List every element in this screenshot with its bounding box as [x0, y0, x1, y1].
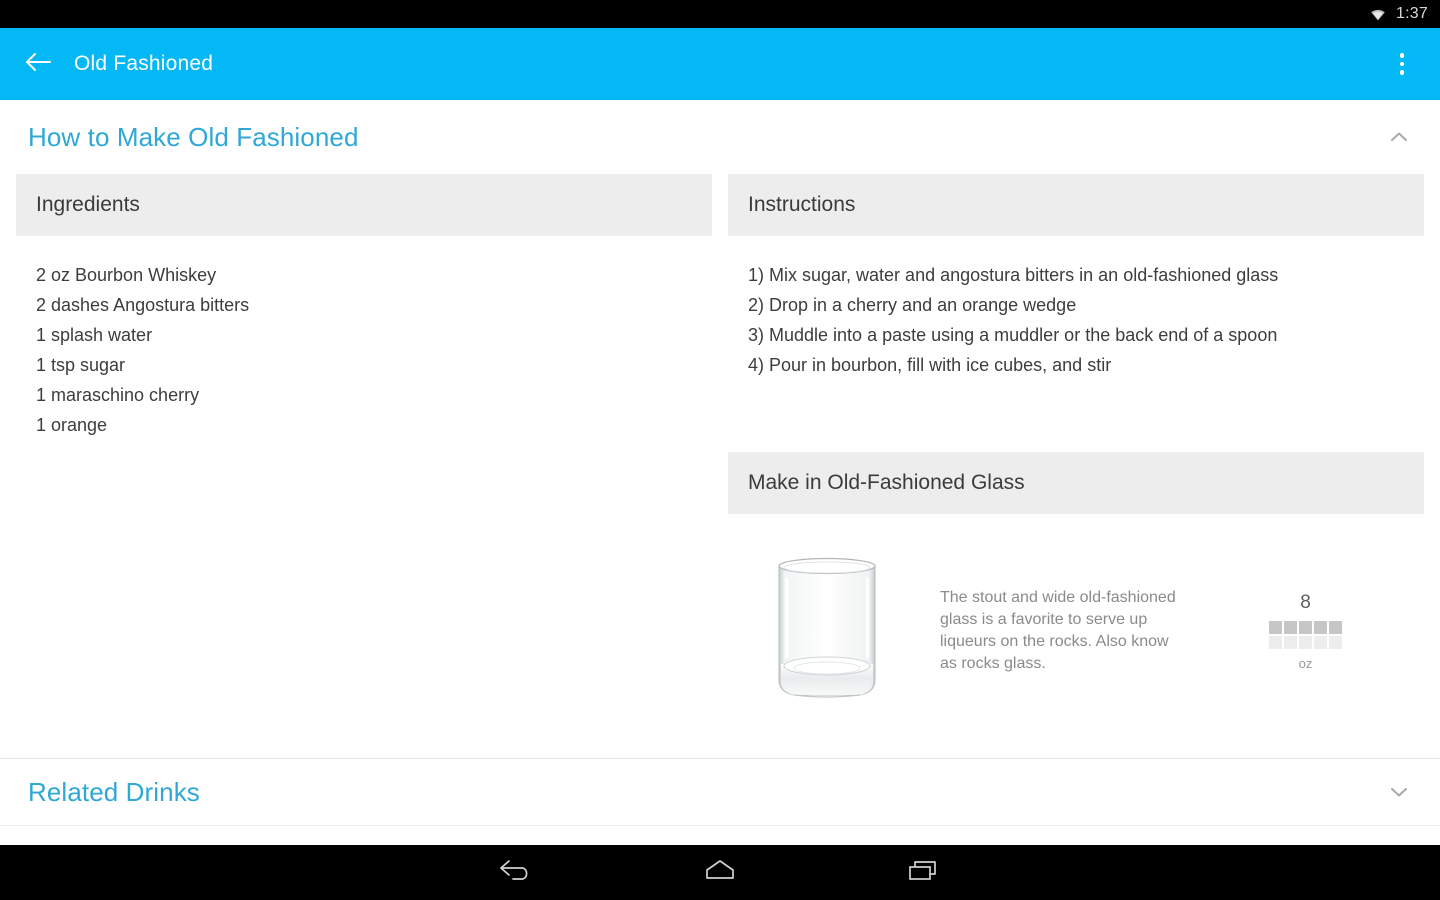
recipe-columns: Ingredients 2 oz Bourbon Whiskey 2 dashe…: [0, 174, 1440, 706]
app-bar-title: Old Fashioned: [74, 52, 214, 75]
capacity-cell-empty: [1314, 635, 1327, 649]
capacity-cell-empty: [1299, 635, 1312, 649]
content-scroll-area[interactable]: How to Make Old Fashioned Ingredients 2 …: [0, 100, 1440, 845]
glass-capacity-indicator: 8 oz: [1269, 592, 1342, 671]
more-vertical-icon-dot: [1399, 70, 1405, 75]
content-bottom-spacer: [0, 826, 1440, 845]
capacity-cell-filled: [1299, 620, 1312, 634]
capacity-cell-filled: [1284, 620, 1297, 634]
list-item: 1 splash water: [36, 325, 153, 345]
list-item: 2 dashes Angostura bitters: [36, 295, 250, 315]
list-item: 3) Muddle into a paste using a muddler o…: [748, 325, 1278, 345]
list-item: 1 maraschino cherry: [36, 385, 200, 405]
capacity-cell-empty: [1329, 635, 1342, 649]
nav-home-icon: [701, 857, 739, 888]
capacity-cell-filled: [1314, 620, 1327, 634]
instructions-column: Instructions 1) Mix sugar, water and ang…: [728, 174, 1424, 706]
ingredients-header-label: Ingredients: [36, 193, 140, 216]
ingredients-column: Ingredients 2 oz Bourbon Whiskey 2 dashe…: [16, 174, 712, 440]
nav-back-icon: [497, 857, 535, 888]
back-button[interactable]: [12, 38, 64, 90]
capacity-grid: [1269, 620, 1342, 649]
list-item: 2) Drop in a cherry and an orange wedge: [748, 295, 1077, 315]
nav-recents-button[interactable]: [892, 851, 956, 895]
instructions-panel-header: Instructions: [728, 174, 1424, 236]
section-header-related-drinks[interactable]: Related Drinks: [0, 758, 1440, 826]
capacity-value: 8: [1300, 591, 1311, 613]
android-status-bar: 1:37: [0, 0, 1440, 28]
chevron-up-icon[interactable]: [1386, 124, 1412, 150]
arrow-left-icon: [24, 50, 52, 79]
list-item: 1 tsp sugar: [36, 355, 126, 375]
more-vertical-icon-dot: [1399, 53, 1405, 58]
instructions-list: 1) Mix sugar, water and angostura bitter…: [728, 236, 1424, 380]
more-vertical-icon-dot: [1399, 61, 1405, 67]
rocks-glass-image: [772, 556, 882, 706]
glass-description: The stout and wide old-fashioned glass i…: [940, 589, 1176, 672]
overflow-menu-button[interactable]: [1380, 38, 1424, 90]
capacity-unit: oz: [1298, 655, 1313, 671]
capacity-cell-empty: [1284, 635, 1297, 649]
glass-info-block: The stout and wide old-fashioned glass i…: [728, 514, 1424, 706]
nav-back-button[interactable]: [484, 851, 548, 895]
ingredients-list: 2 oz Bourbon Whiskey 2 dashes Angostura …: [16, 236, 712, 440]
status-bar-clock: 1:37: [1396, 5, 1428, 22]
list-item: 2 oz Bourbon Whiskey: [36, 265, 217, 285]
section-title-how-to-make: How to Make Old Fashioned: [28, 121, 359, 152]
capacity-cell-filled: [1269, 620, 1282, 634]
capacity-cell-empty: [1269, 635, 1282, 649]
chevron-down-icon[interactable]: [1386, 779, 1412, 805]
capacity-row-empty: [1269, 635, 1342, 649]
instructions-header-label: Instructions: [748, 193, 856, 216]
android-navigation-bar: [0, 845, 1440, 900]
app-bar: Old Fashioned: [0, 28, 1440, 100]
section-header-how-to-make[interactable]: How to Make Old Fashioned: [0, 100, 1440, 174]
glass-panel-header: Make in Old-Fashioned Glass: [728, 452, 1424, 514]
glass-header-label: Make in Old-Fashioned Glass: [748, 471, 1025, 494]
nav-home-button[interactable]: [688, 851, 752, 895]
capacity-cell-filled: [1329, 620, 1342, 634]
list-item: 1 orange: [36, 415, 108, 435]
nav-recents-icon: [905, 857, 943, 888]
capacity-row-filled: [1269, 620, 1342, 634]
list-item: 4) Pour in bourbon, fill with ice cubes,…: [748, 355, 1112, 375]
list-item: 1) Mix sugar, water and angostura bitter…: [748, 265, 1279, 285]
wifi-icon: [1368, 6, 1388, 22]
ingredients-panel-header: Ingredients: [16, 174, 712, 236]
section-title-related-drinks: Related Drinks: [28, 776, 200, 807]
